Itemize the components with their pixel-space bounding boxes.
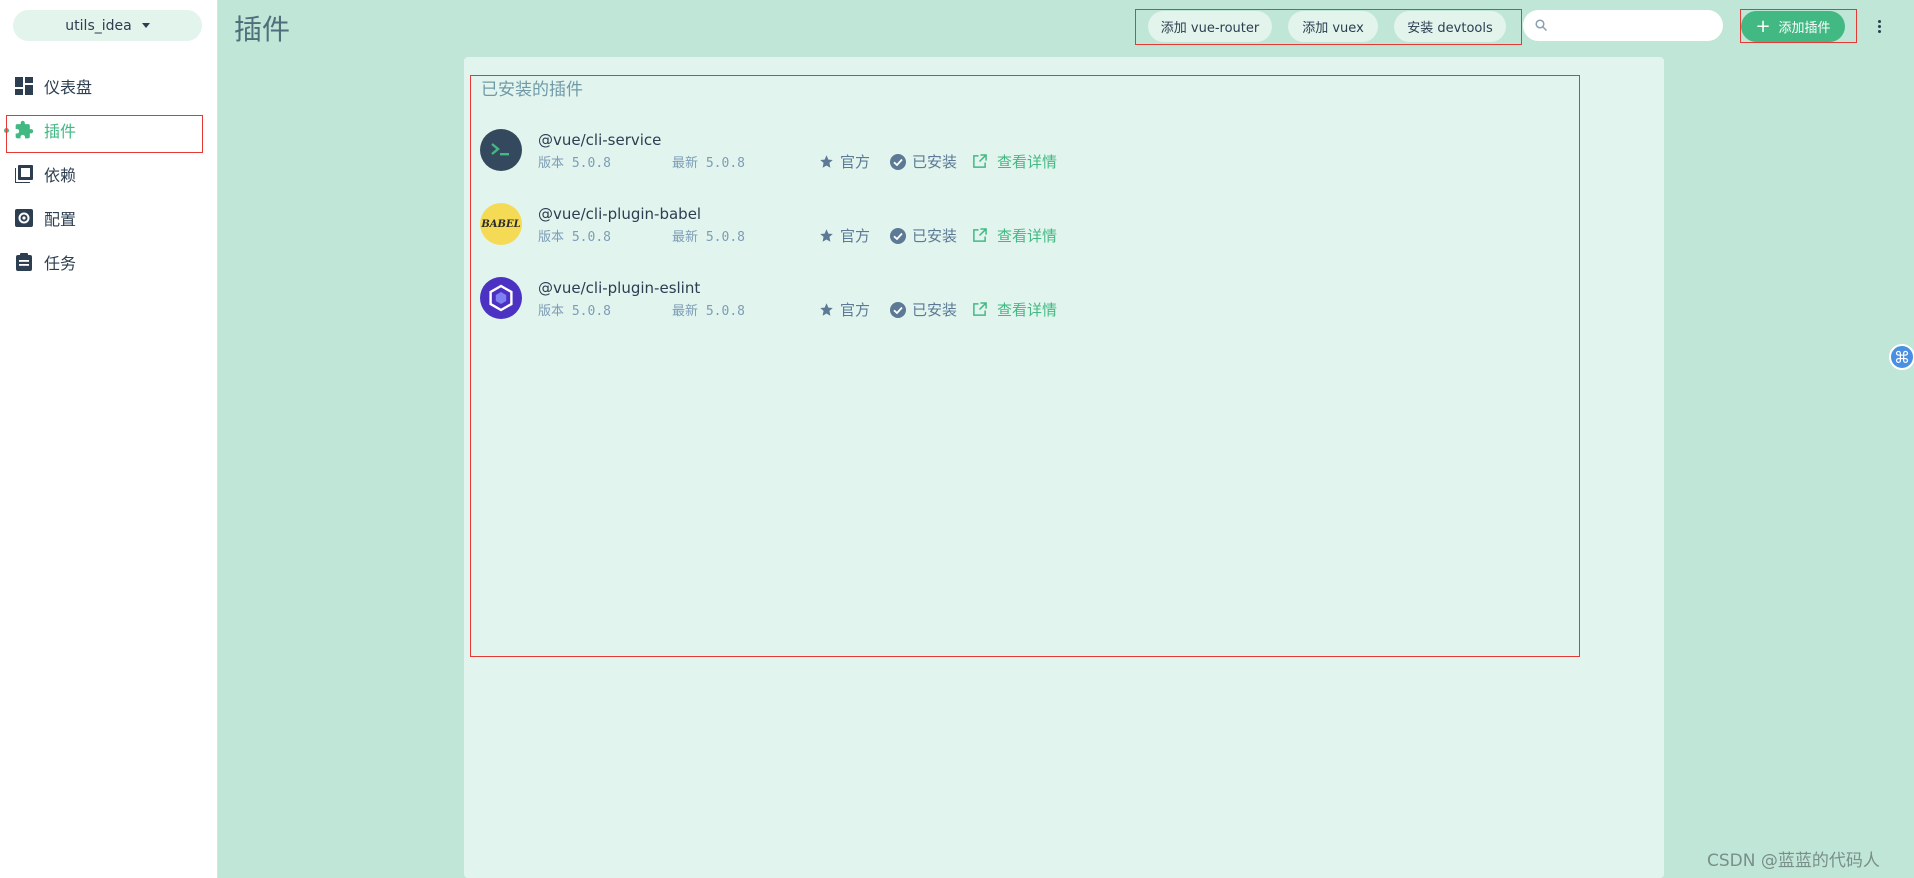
plugin-latest-version: 最新 5.0.8 <box>672 304 745 319</box>
plugin-row: BABEL @vue/cli-plugin-babel 版本 5.0.8 最新 … <box>480 203 1180 253</box>
sidebar-item-label: 依赖 <box>44 166 77 185</box>
official-badge: 官方 <box>819 299 870 320</box>
plugin-latest-version: 最新 5.0.8 <box>672 230 745 245</box>
plugin-row: @vue/cli-service 版本 5.0.8 最新 5.0.8 官方 已安… <box>480 129 1180 179</box>
sidebar: utils_idea 仪表盘 插件 依赖 配置 任务 <box>0 0 218 878</box>
installed-badge: 已安装 <box>890 151 957 172</box>
sidebar-item-label: 任务 <box>44 254 77 273</box>
external-link-icon <box>972 154 987 169</box>
sidebar-item-label: 仪表盘 <box>44 78 93 97</box>
installed-badge: 已安装 <box>890 299 957 320</box>
plugin-name: @vue/cli-plugin-eslint <box>538 279 701 297</box>
caret-down-icon <box>141 23 150 28</box>
eslint-logo-icon <box>480 277 522 319</box>
highlight-box-quick-actions <box>1135 9 1522 45</box>
more-options-icon[interactable] <box>1870 14 1888 38</box>
sidebar-item-label: 插件 <box>44 122 77 141</box>
view-details-link[interactable]: 查看详情 <box>972 225 1057 246</box>
babel-logo-icon: BABEL <box>480 203 522 245</box>
search-icon <box>1535 16 1548 35</box>
official-badge: 官方 <box>819 151 870 172</box>
plugin-version: 版本 5.0.8 <box>538 230 611 245</box>
dashboard-icon <box>14 76 34 96</box>
library-icon <box>14 164 34 184</box>
installed-badge: 已安装 <box>890 225 957 246</box>
project-name: utils_idea <box>65 17 132 34</box>
floating-assistant-icon[interactable]: ⌘ <box>1889 344 1914 370</box>
plugin-version: 版本 5.0.8 <box>538 304 611 319</box>
plugin-row: @vue/cli-plugin-eslint 版本 5.0.8 最新 5.0.8… <box>480 277 1180 327</box>
sidebar-item-label: 配置 <box>44 210 77 229</box>
highlight-box-add-plugin <box>1740 9 1857 43</box>
check-circle-icon <box>890 153 906 170</box>
star-icon <box>819 228 834 243</box>
project-selector[interactable]: utils_idea <box>13 10 202 41</box>
plugin-version: 版本 5.0.8 <box>538 156 611 171</box>
external-link-icon <box>972 302 987 317</box>
search-input[interactable] <box>1555 17 1715 34</box>
star-icon <box>819 154 834 169</box>
search-box[interactable] <box>1523 10 1723 41</box>
sidebar-item-config[interactable]: 配置 <box>0 199 218 237</box>
plugin-latest-version: 最新 5.0.8 <box>672 156 745 171</box>
sidebar-item-dependencies[interactable]: 依赖 <box>0 155 218 193</box>
watermark: CSDN @蓝蓝的代码人 <box>1707 851 1880 871</box>
vue-cli-logo-icon <box>480 129 522 171</box>
view-details-link[interactable]: 查看详情 <box>972 151 1057 172</box>
clipboard-icon <box>14 252 34 272</box>
settings-icon <box>14 208 34 228</box>
page-title: 插件 <box>234 13 291 46</box>
check-circle-icon <box>890 301 906 318</box>
puzzle-icon <box>14 120 34 140</box>
plugin-name: @vue/cli-service <box>538 131 662 149</box>
plugin-name: @vue/cli-plugin-babel <box>538 205 702 223</box>
sidebar-item-tasks[interactable]: 任务 <box>0 243 218 281</box>
external-link-icon <box>972 228 987 243</box>
view-details-link[interactable]: 查看详情 <box>972 299 1057 320</box>
sidebar-item-plugins[interactable]: 插件 <box>0 111 218 149</box>
official-badge: 官方 <box>819 225 870 246</box>
sidebar-item-dashboard[interactable]: 仪表盘 <box>0 67 218 105</box>
check-circle-icon <box>890 227 906 244</box>
star-icon <box>819 302 834 317</box>
